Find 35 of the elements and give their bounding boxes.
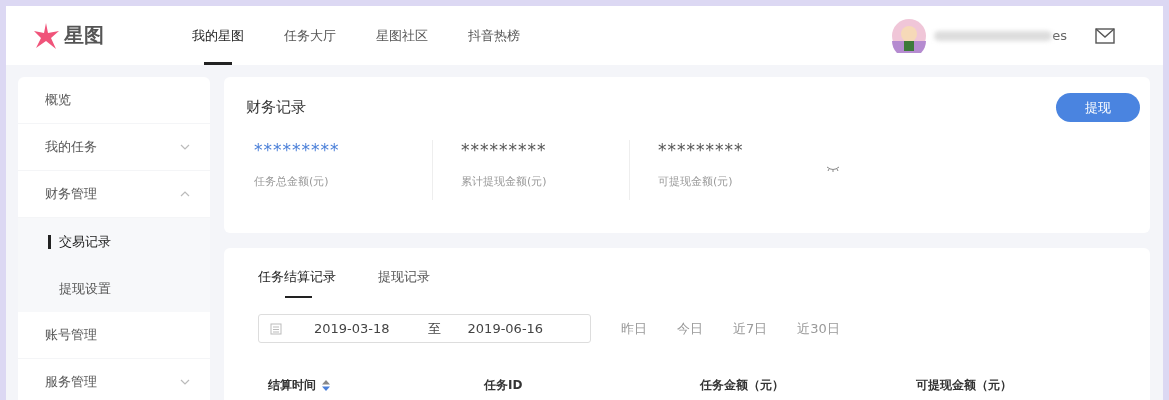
- chevron-icon: [180, 144, 190, 150]
- sidebar-item[interactable]: 概览: [18, 77, 210, 124]
- column-header: 可提现金额（元）: [916, 377, 1012, 394]
- chevron-icon: [180, 191, 190, 197]
- logo-text: 星图: [64, 22, 104, 49]
- nav-tab[interactable]: 抖音热榜: [468, 6, 520, 65]
- tab[interactable]: 任务结算记录: [258, 268, 336, 298]
- tab[interactable]: 提现记录: [378, 268, 430, 298]
- stat-value: *********: [461, 140, 548, 160]
- mail-icon[interactable]: [1095, 27, 1115, 44]
- chevron-icon: [180, 379, 190, 385]
- card-title: 财务记录: [246, 98, 306, 117]
- column-header: 结算时间: [268, 377, 316, 394]
- date-range-field[interactable]: 2019-03-18 至 2019-06-16: [258, 314, 591, 343]
- nav-tab[interactable]: 星图社区: [376, 6, 428, 65]
- avatar-icon[interactable]: [892, 18, 927, 53]
- stat-label: 累计提现金额(元): [461, 174, 548, 189]
- stat-label: 任务总金额(元): [254, 174, 330, 189]
- stat-value: *********: [658, 140, 745, 160]
- sidebar-item[interactable]: 账号管理: [18, 312, 210, 359]
- withdraw-button[interactable]: 提现: [1056, 93, 1140, 122]
- sidebar-item[interactable]: 服务管理: [18, 359, 210, 400]
- user-name[interactable]: es: [1052, 28, 1067, 43]
- nav-tab[interactable]: 我的星图: [192, 6, 244, 65]
- sidebar-subitem[interactable]: 提现设置: [18, 265, 210, 312]
- calendar-icon: [270, 322, 282, 335]
- stat-label: 可提现金额(元): [658, 174, 734, 189]
- nav-tab[interactable]: 任务大厅: [284, 6, 336, 65]
- closed-eye-icon[interactable]: [826, 166, 840, 172]
- stat-value: *********: [254, 140, 341, 160]
- sidebar-subitem[interactable]: 交易记录: [18, 218, 210, 265]
- sort-icon[interactable]: [322, 380, 330, 391]
- column-header: 任务ID: [484, 377, 523, 394]
- sidebar-item[interactable]: 我的任务: [18, 124, 210, 171]
- column-header: 任务金额（元）: [700, 377, 784, 394]
